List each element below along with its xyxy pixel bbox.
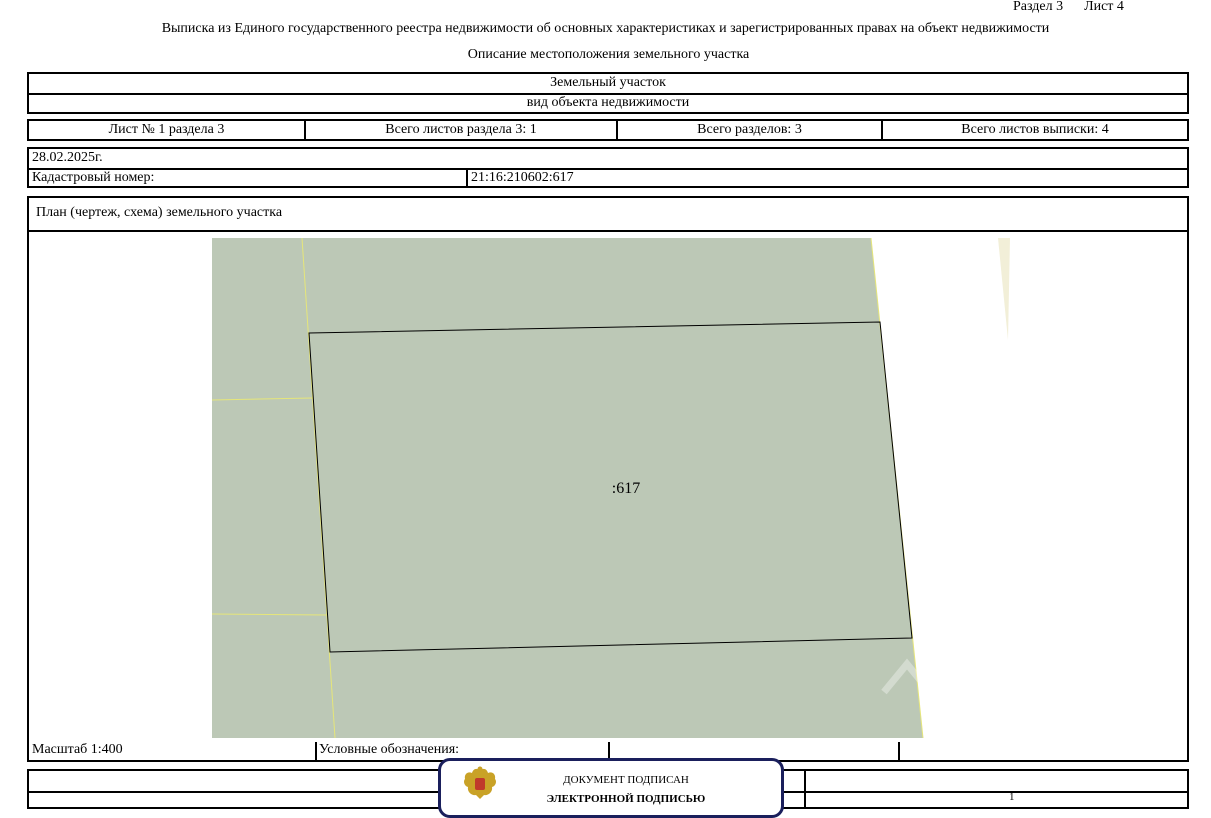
- total-section-sheets: Всего листов раздела 3: 1: [385, 122, 537, 137]
- stamp-title: ДОКУМЕНТ ПОДПИСАН: [563, 774, 689, 786]
- meta-box: 28.02.2025г. Кадастровый номер: 21:16:21…: [27, 147, 1189, 188]
- legend-label: Условные обозначения:: [319, 742, 460, 757]
- sheet-of-section: Лист № 1 раздела 3: [108, 122, 225, 137]
- total-sections: Всего разделов: 3: [697, 122, 802, 137]
- scale-label: Масштаб 1:400: [32, 742, 123, 757]
- total-extract-sheets: Всего листов выписки: 4: [961, 122, 1109, 137]
- watermark-text: щиан: [940, 665, 1061, 709]
- page-sheet-info: Раздел 3 Лист 4: [1013, 0, 1124, 15]
- object-type-caption: вид объекта недвижимости: [526, 95, 690, 110]
- signature-right-value: 1: [1009, 791, 1015, 803]
- extract-date: 28.02.2025г.: [32, 150, 103, 165]
- sheet-label: Лист 4: [1084, 0, 1124, 14]
- signature-stamp: ДОКУМЕНТ ПОДПИСАН ЭЛЕКТРОННОЙ ПОДПИСЬЮ: [438, 758, 784, 818]
- plan-box: План (чертеж, схема) земельного участка …: [27, 196, 1189, 762]
- neighbor-strip: [998, 238, 1010, 340]
- sheets-info-row: Лист № 1 раздела 3 Всего листов раздела …: [27, 119, 1189, 141]
- cadastral-label: Кадастровый номер:: [32, 170, 155, 185]
- parcel-label: :617: [612, 480, 640, 497]
- stamp-line2: ЭЛЕКТРОННОЙ ПОДПИСЬЮ: [546, 793, 706, 805]
- cadastral-number: 21:16:210602:617: [471, 170, 574, 185]
- object-type-box: Земельный участок вид объекта недвижимос…: [27, 72, 1189, 114]
- object-name: Земельный участок: [550, 75, 666, 90]
- parcel-map: :617 щиан: [211, 237, 1061, 739]
- document-subtitle: Описание местоположения земельного участ…: [467, 47, 750, 62]
- section-label: Раздел 3: [1013, 0, 1064, 14]
- document-title: Выписка из Единого государственного реес…: [161, 21, 1050, 36]
